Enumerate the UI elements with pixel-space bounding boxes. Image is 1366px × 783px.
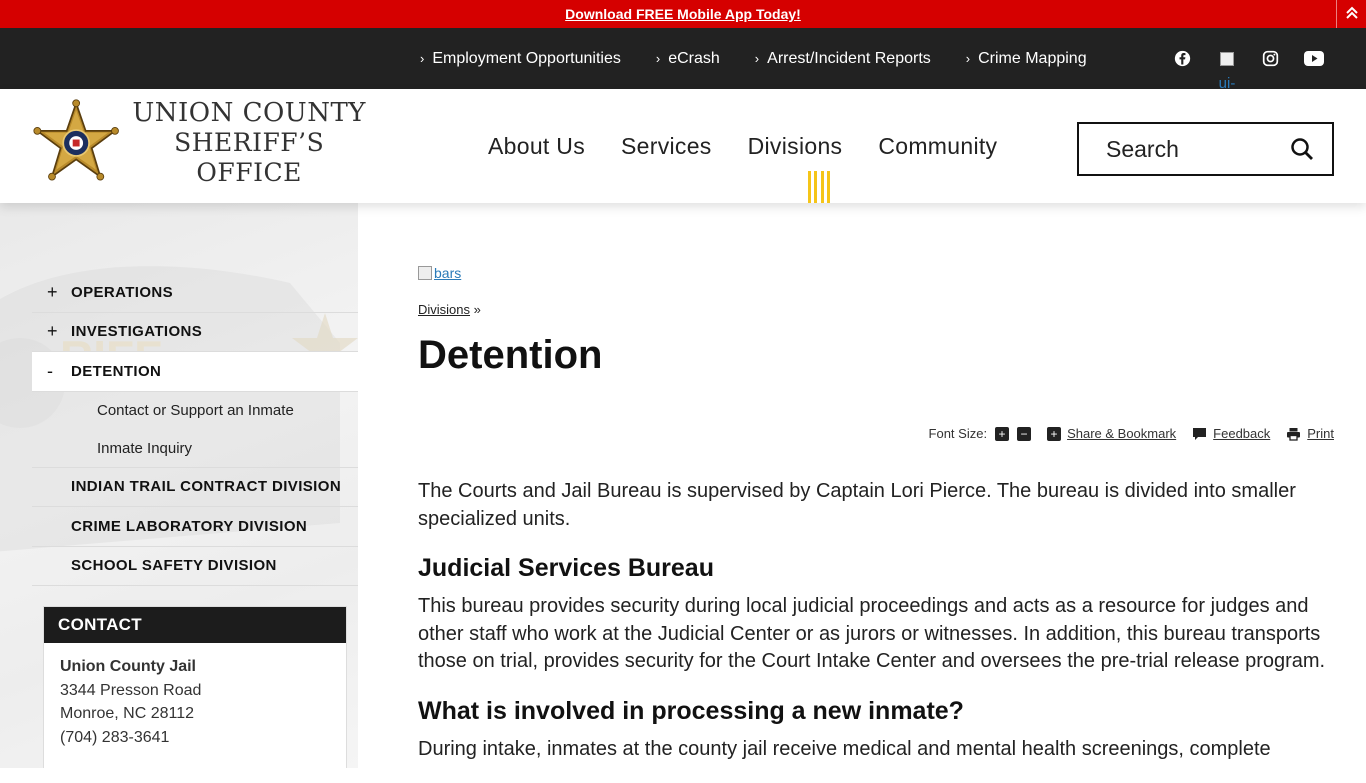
contact-body: Union County Jail 3344 Presson Road Monr… xyxy=(44,643,346,761)
plus-icon[interactable]: + xyxy=(47,282,58,303)
search-box xyxy=(1077,122,1334,176)
main-nav: About Us Services Divisions Community xyxy=(470,89,1015,203)
logo-line-1: UNION COUNTY xyxy=(132,98,366,128)
bars-image-link[interactable]: bars xyxy=(418,265,461,281)
sidebar: RIFF + OPERATIONS + INVESTIGATIONS - DET… xyxy=(0,203,358,768)
print-button[interactable]: Print xyxy=(1286,426,1334,441)
sidebar-item-label: OPERATIONS xyxy=(71,283,174,301)
judicial-paragraph: This bureau provides security during loc… xyxy=(418,595,1326,672)
nav-services[interactable]: Services xyxy=(621,133,712,160)
contact-name: Union County Jail xyxy=(60,658,196,675)
chevron-right-icon: › xyxy=(655,51,661,66)
share-bookmark-label: Share & Bookmark xyxy=(1067,426,1177,441)
utility-bar: › Employment Opportunities › eCrash › Arres… xyxy=(0,28,1366,89)
printer-icon xyxy=(1287,427,1301,441)
utility-links: › Employment Opportunities › eCrash › Arres… xyxy=(420,28,1122,89)
sidebar-subitem-contact-inmate[interactable]: Contact or Support an Inmate xyxy=(32,392,358,430)
division-nav: + OPERATIONS + INVESTIGATIONS - DETENTIO… xyxy=(32,273,358,586)
page-tools: Font Size: + − + Share & Bookmark Feedba… xyxy=(929,426,1334,441)
nav-divisions[interactable]: Divisions xyxy=(748,133,843,160)
nav-community[interactable]: Community xyxy=(878,133,997,160)
breadcrumb-separator: » xyxy=(473,302,481,317)
sheriff-star-icon xyxy=(33,99,119,181)
broken-image-icon xyxy=(1220,52,1234,66)
sidebar-item-label: INDIAN TRAIL CONTRACT DIVISION xyxy=(71,478,342,496)
search-input[interactable] xyxy=(1106,135,1286,163)
contact-address-line-2: Monroe, NC 28112 xyxy=(60,705,194,722)
processing-paragraph: During intake, inmates at the county jai… xyxy=(418,737,1271,760)
sidebar-item-label: CRIME LABORATORY DIVISION xyxy=(71,517,308,535)
double-chevron-up-icon xyxy=(1345,6,1359,23)
bars-alt-text: bars xyxy=(434,265,462,281)
plus-icon: + xyxy=(1047,426,1062,441)
contact-address-line-1: 3344 Presson Road xyxy=(60,681,202,699)
collapse-alert-button[interactable] xyxy=(1336,0,1366,28)
utility-link-label: Arrest/Incident Reports xyxy=(767,49,931,67)
breadcrumb-divisions[interactable]: Divisions xyxy=(418,302,470,317)
search-icon[interactable] xyxy=(1290,137,1314,166)
contact-phone[interactable]: (704) 283-3641 xyxy=(60,726,330,750)
instagram-icon[interactable] xyxy=(1260,28,1280,89)
sidebar-item-detention[interactable]: - DETENTION xyxy=(32,352,358,392)
chevron-right-icon: › xyxy=(965,51,971,66)
print-label: Print xyxy=(1307,426,1334,441)
font-decrease-button[interactable]: − xyxy=(1017,426,1032,441)
logo-text: UNION COUNTY SHERIFF’S OFFICE xyxy=(125,98,373,188)
sidebar-subitem-label: Contact or Support an Inmate xyxy=(97,402,294,419)
nav-about-us[interactable]: About Us xyxy=(488,133,585,160)
download-app-link[interactable]: Download FREE Mobile App Today! xyxy=(565,6,801,22)
sidebar-item-label: INVESTIGATIONS xyxy=(71,323,203,341)
alert-bar: Download FREE Mobile App Today! xyxy=(0,0,1366,28)
feedback-label: Feedback xyxy=(1213,426,1271,441)
logo-line-2: SHERIFF’S OFFICE xyxy=(174,128,325,187)
comment-icon xyxy=(1193,427,1207,440)
contact-heading: CONTACT xyxy=(44,607,346,643)
processing-heading: What is involved in processing a new inm… xyxy=(418,696,964,725)
contact-card: CONTACT Union County Jail 3344 Presson R… xyxy=(43,606,347,768)
facebook-icon[interactable] xyxy=(1172,28,1192,89)
sidebar-subitem-label: Inmate Inquiry xyxy=(97,439,193,457)
sidebar-item-investigations[interactable]: + INVESTIGATIONS xyxy=(32,313,358,352)
sidebar-item-operations[interactable]: + OPERATIONS xyxy=(32,273,358,313)
sidebar-item-crime-lab[interactable]: CRIME LABORATORY DIVISION xyxy=(32,507,358,547)
feedback-button[interactable]: Feedback xyxy=(1192,426,1270,441)
utility-link-crime-mapping[interactable]: › Crime Mapping xyxy=(966,50,1087,68)
page-title: Detention xyxy=(418,333,603,377)
article-body: The Courts and Jail Bureau is supervised… xyxy=(418,478,1338,783)
sidebar-item-label: DETENTION xyxy=(71,362,162,380)
breadcrumb: Divisions » xyxy=(418,302,481,317)
font-size-label: Font Size: xyxy=(928,426,988,441)
active-nav-marker xyxy=(808,171,830,203)
site-header: UNION COUNTY SHERIFF’S OFFICE About Us S… xyxy=(0,89,1366,203)
plus-icon[interactable]: + xyxy=(47,321,58,342)
utility-link-arrest-reports[interactable]: › Arrest/Incident Reports xyxy=(755,50,931,68)
sidebar-item-indian-trail[interactable]: INDIAN TRAIL CONTRACT DIVISION xyxy=(32,468,358,507)
sidebar-item-school-safety[interactable]: SCHOOL SAFETY DIVISION xyxy=(32,547,358,586)
sidebar-subitem-inmate-inquiry[interactable]: Inmate Inquiry xyxy=(32,430,358,468)
font-increase-button[interactable]: + xyxy=(995,426,1010,441)
utility-link-ecrash[interactable]: › eCrash xyxy=(656,50,720,68)
chevron-right-icon: › xyxy=(754,51,760,66)
site-logo[interactable]: UNION COUNTY SHERIFF’S OFFICE xyxy=(33,97,373,189)
youtube-icon[interactable] xyxy=(1303,28,1325,89)
judicial-heading: Judicial Services Bureau xyxy=(418,554,714,582)
main-content: bars Divisions » Detention Font Size: + … xyxy=(358,203,1366,768)
broken-image-icon xyxy=(418,266,432,280)
utility-link-employment[interactable]: › Employment Opportunities xyxy=(420,50,621,68)
sidebar-item-label: SCHOOL SAFETY DIVISION xyxy=(71,557,277,575)
utility-link-label: Employment Opportunities xyxy=(432,49,621,67)
utility-link-label: eCrash xyxy=(668,49,720,67)
minus-icon[interactable]: - xyxy=(47,361,53,382)
intro-paragraph: The Courts and Jail Bureau is supervised… xyxy=(418,480,1296,530)
share-bookmark-button[interactable]: + Share & Bookmark xyxy=(1047,426,1176,441)
chevron-right-icon: › xyxy=(420,51,425,66)
utility-link-label: Crime Mapping xyxy=(978,49,1087,67)
